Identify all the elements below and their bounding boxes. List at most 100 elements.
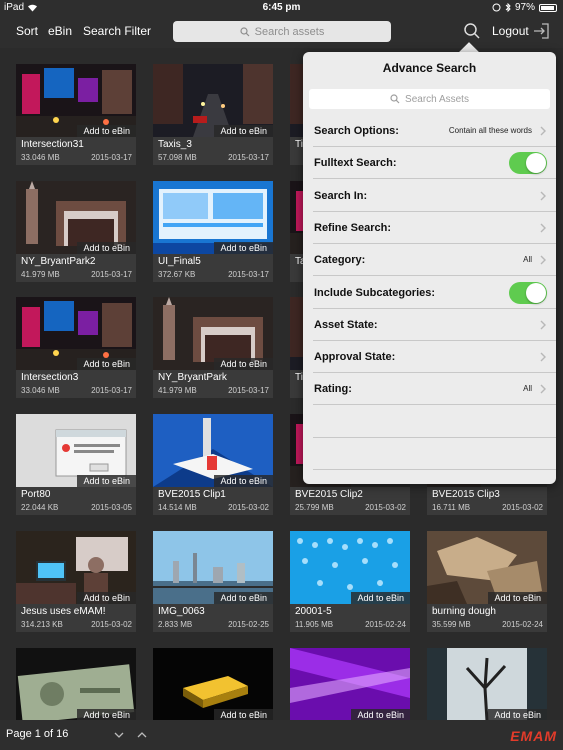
- add-to-ebin-button[interactable]: Add to eBin: [214, 592, 273, 604]
- popover-title: Advance Search: [382, 61, 477, 75]
- search-option-row[interactable]: Fulltext Search:: [313, 147, 556, 180]
- asset-date: 2015-03-17: [228, 153, 269, 162]
- asset-tile[interactable]: Add to eBin IMG_0063 2.833 MB 2015-02-25: [153, 531, 273, 632]
- asset-tile[interactable]: Add to eBin Intersection31 33.046 MB 2015-0…: [16, 64, 136, 165]
- chevron-right-icon: [540, 126, 546, 136]
- asset-tile[interactable]: Add to eBin: [290, 648, 410, 720]
- asset-name: Intersection31: [21, 139, 84, 150]
- asset-name: UI_Final5: [158, 256, 201, 267]
- chevron-up-icon[interactable]: [136, 729, 148, 741]
- search-filter-button[interactable]: Search Filter: [83, 24, 151, 38]
- asset-date: 2015-03-17: [228, 270, 269, 279]
- clock: 6:45 pm: [262, 2, 301, 13]
- add-to-ebin-button[interactable]: Add to eBin: [214, 125, 273, 137]
- logout-icon[interactable]: [532, 22, 550, 40]
- asset-tile[interactable]: Add to eBin NY_BryantPark2 41.979 MB 2015-0…: [16, 181, 136, 282]
- toggle-knob: [526, 153, 546, 174]
- toggle-switch[interactable]: [509, 281, 547, 304]
- search-assets-field[interactable]: Search Assets: [309, 89, 550, 109]
- search-option-row[interactable]: Refine Search:: [313, 212, 556, 244]
- asset-date: 2015-03-02: [502, 503, 543, 512]
- add-to-ebin-button[interactable]: Add to eBin: [214, 358, 273, 370]
- add-to-ebin-button[interactable]: Add to eBin: [77, 358, 136, 370]
- search-option-row[interactable]: Include Subcategories:: [313, 277, 556, 309]
- search-option-label: Refine Search:: [314, 221, 392, 234]
- asset-name: BVE2015 Clip1: [158, 489, 226, 500]
- add-to-ebin-button[interactable]: Add to eBin: [77, 709, 136, 720]
- status-bar: iPad 6:45 pm 97%: [0, 0, 563, 15]
- asset-date: 2015-03-17: [91, 270, 132, 279]
- asset-date: 2015-02-24: [502, 620, 543, 629]
- asset-name: Intersection3: [21, 372, 79, 383]
- chevron-right-icon: [540, 320, 546, 330]
- search-input[interactable]: Search assets: [173, 21, 391, 42]
- asset-tile[interactable]: Add to eBin burning dough 35.599 MB 2015-02…: [427, 531, 547, 632]
- search-option-label: Asset State:: [314, 318, 378, 331]
- chevron-down-icon[interactable]: [113, 729, 125, 741]
- asset-tile[interactable]: Add to eBin UI_Final5 372.67 KB 2015-03-17: [153, 181, 273, 282]
- add-to-ebin-button[interactable]: Add to eBin: [77, 125, 136, 137]
- battery-icon: [539, 3, 557, 12]
- add-to-ebin-button[interactable]: Add to eBin: [351, 709, 410, 720]
- add-to-ebin-button[interactable]: Add to eBin: [351, 592, 410, 604]
- asset-size: 372.67 KB: [158, 270, 196, 279]
- asset-tile[interactable]: Add to eBin BVE2015 Clip1 14.514 MB 2015-03…: [153, 414, 273, 515]
- asset-date: 2015-03-02: [365, 503, 406, 512]
- search-option-value: All: [523, 255, 532, 265]
- search-option-row[interactable]: Search Options: Contain all these words: [313, 115, 556, 147]
- search-assets-placeholder: Search Assets: [405, 93, 469, 105]
- nav-bar: Sort eBin Search Filter Search assets Lo…: [0, 15, 563, 48]
- asset-name: Jesus uses eMAM!: [21, 606, 106, 617]
- brand-logo: EMAM: [510, 728, 557, 744]
- search-option-row[interactable]: Search In:: [313, 180, 556, 212]
- asset-tile[interactable]: Add to eBin Jesus uses eMAM! 314.213 KB 201…: [16, 531, 136, 632]
- asset-tile[interactable]: Add to eBin: [427, 648, 547, 720]
- asset-name: BVE2015 Clip2: [295, 489, 363, 500]
- asset-tile[interactable]: Add to eBin: [153, 648, 273, 720]
- toggle-switch[interactable]: [509, 152, 547, 175]
- asset-size: 14.514 MB: [158, 503, 197, 512]
- asset-name: IMG_0063: [158, 606, 205, 617]
- logout-button[interactable]: Logout: [492, 24, 529, 38]
- status-right: 97%: [492, 2, 557, 13]
- asset-size: 41.979 MB: [21, 270, 60, 279]
- page-indicator: Page 1 of 16: [6, 728, 69, 740]
- search-option-row[interactable]: Approval State:: [313, 341, 556, 374]
- asset-tile[interactable]: Add to eBin Taxis_3 57.098 MB 2015-03-17: [153, 64, 273, 165]
- asset-tile[interactable]: Add to eBin Port80 22.044 KB 2015-03-05: [16, 414, 136, 515]
- asset-size: 25.799 MB: [295, 503, 334, 512]
- asset-name: BVE2015 Clip3: [432, 489, 500, 500]
- asset-tile[interactable]: Add to eBin 20001-5 11.905 MB 2015-02-24: [290, 531, 410, 632]
- asset-tile[interactable]: Add to eBin Intersection3 33.046 MB 2015-03…: [16, 297, 136, 398]
- asset-date: 2015-03-17: [91, 386, 132, 395]
- search-icon[interactable]: [463, 22, 481, 40]
- search-option-row[interactable]: Category: All: [313, 244, 556, 277]
- asset-name: NY_BryantPark2: [21, 256, 96, 267]
- search-option-row[interactable]: Rating: All: [313, 373, 556, 406]
- add-to-ebin-button[interactable]: Add to eBin: [77, 242, 136, 254]
- asset-date: 2015-03-05: [91, 503, 132, 512]
- asset-date: 2015-02-24: [365, 620, 406, 629]
- asset-tile[interactable]: Add to eBin: [16, 648, 136, 720]
- asset-size: 16.711 MB: [432, 503, 471, 512]
- search-option-label: Search Options:: [314, 125, 399, 137]
- add-to-ebin-button[interactable]: Add to eBin: [488, 592, 547, 604]
- lock-rotation-icon: [492, 3, 501, 12]
- bluetooth-icon: [505, 3, 511, 12]
- ebin-button[interactable]: eBin: [48, 24, 72, 38]
- battery-percent: 97%: [514, 2, 535, 13]
- add-to-ebin-button[interactable]: Add to eBin: [214, 475, 273, 487]
- asset-size: 11.905 MB: [295, 620, 334, 629]
- add-to-ebin-button[interactable]: Add to eBin: [214, 709, 273, 720]
- sort-button[interactable]: Sort: [16, 24, 38, 38]
- asset-name: Port80: [21, 489, 51, 500]
- add-to-ebin-button[interactable]: Add to eBin: [214, 242, 273, 254]
- add-to-ebin-button[interactable]: Add to eBin: [77, 475, 136, 487]
- asset-tile[interactable]: Add to eBin NY_BryantPark 41.979 MB 2015-03…: [153, 297, 273, 398]
- add-to-ebin-button[interactable]: Add to eBin: [488, 709, 547, 720]
- asset-size: 33.046 MB: [21, 153, 60, 162]
- add-to-ebin-button[interactable]: Add to eBin: [77, 592, 136, 604]
- search-option-value: Contain all these words: [448, 126, 532, 135]
- search-option-row[interactable]: Asset State:: [313, 309, 556, 341]
- asset-date: 2015-03-02: [91, 620, 132, 629]
